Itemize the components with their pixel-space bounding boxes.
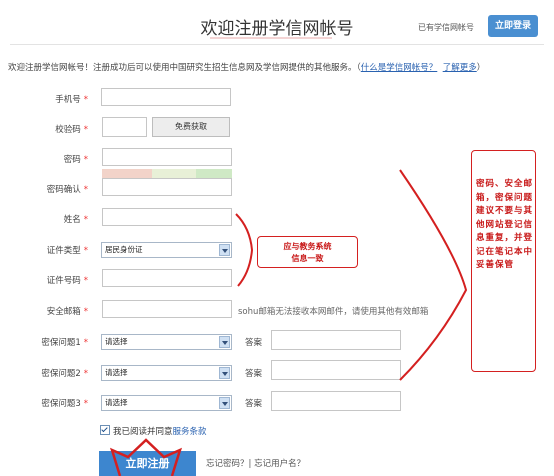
annotation-note-right: 密码、安全邮箱，密保问题建议不要与其他网站登记信息重复，并登记在笔记本中妥善保管 xyxy=(471,150,536,372)
annotation-arrow xyxy=(110,438,182,476)
annotation-note-left: 应与教务系统 信息一致 xyxy=(257,236,358,268)
annotation-bracket-right xyxy=(399,169,468,381)
note-left-line1: 应与教务系统 xyxy=(283,241,332,251)
annotation-bracket-left xyxy=(235,213,254,287)
note-left-line2: 信息一致 xyxy=(291,253,324,263)
